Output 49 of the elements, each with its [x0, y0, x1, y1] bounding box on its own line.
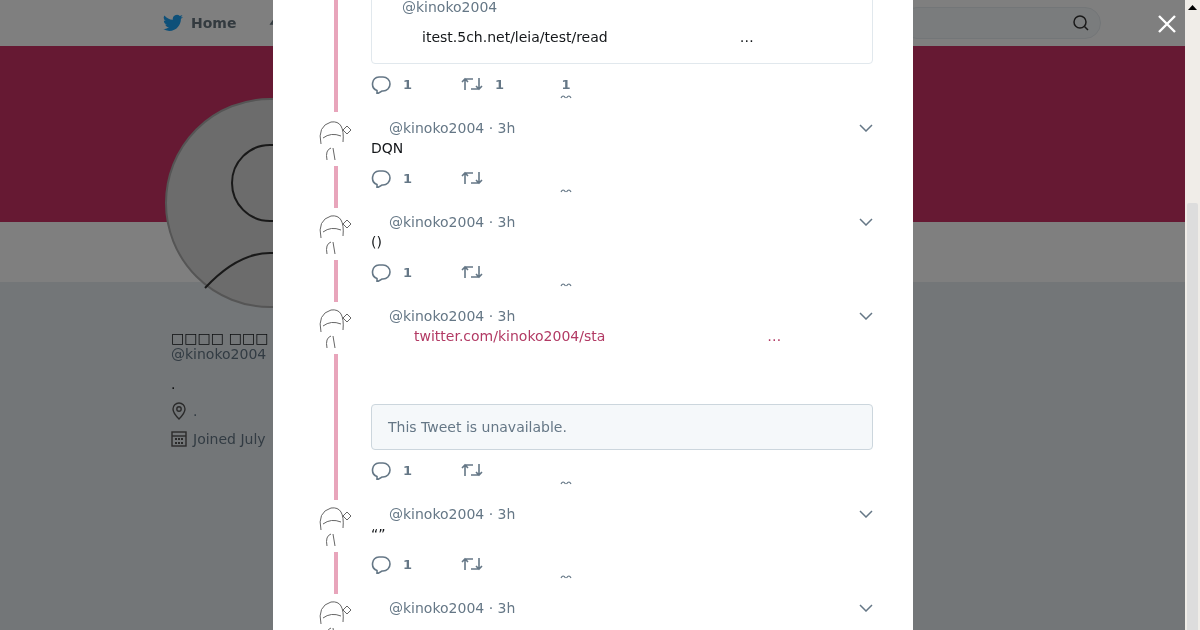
profile-bio: . — [171, 376, 176, 392]
retweet-icon[interactable] — [461, 264, 483, 280]
chevron-down-icon[interactable] — [859, 312, 873, 320]
bird-icon — [163, 14, 183, 32]
close-icon[interactable] — [1157, 14, 1177, 34]
chevron-down-icon[interactable] — [859, 124, 873, 132]
reply-count: 1 — [403, 170, 413, 188]
ellipsis: … — [767, 327, 782, 346]
link-url: itest.5ch.net/leia/test/read — [422, 29, 608, 45]
unavailable-tweet-notice: This Tweet is unavailable. — [371, 404, 873, 450]
link-card[interactable]: @kinoko2004 itest.5ch.net/leia/test/read … — [371, 0, 873, 64]
profile-name: □□□□ □□□ — [171, 330, 269, 346]
tweet-handle: @kinoko2004 — [402, 0, 499, 15]
retweet-icon[interactable] — [461, 170, 483, 186]
chevron-down-icon[interactable] — [859, 218, 873, 226]
reply-count: 1 — [403, 264, 413, 282]
tweet-text: “” — [371, 525, 387, 544]
profile-joined-date: Joined July — [193, 430, 266, 447]
tweet-handle[interactable]: @kinoko2004 · 3h — [389, 308, 516, 324]
scrollbar[interactable] — [1185, 0, 1200, 630]
reply-icon[interactable] — [371, 76, 391, 94]
retweet-icon[interactable] — [461, 462, 483, 478]
profile-handle: @kinoko2004 — [171, 346, 267, 362]
tweet-handle[interactable]: @kinoko2004 · 3h — [389, 120, 516, 136]
search-icon — [1072, 14, 1091, 32]
tweet-handle[interactable]: @kinoko2004 · 3h — [389, 506, 516, 522]
home-tab[interactable]: Home — [163, 14, 237, 32]
tweet-link[interactable]: twitter.com/kinoko2004/sta — [414, 326, 606, 346]
reply-icon[interactable] — [371, 556, 391, 574]
retweet-icon[interactable] — [461, 76, 483, 92]
profile-location: . — [193, 403, 198, 419]
chevron-down-icon[interactable] — [859, 604, 873, 612]
reply-icon[interactable] — [371, 170, 391, 188]
tweet-text: DQN — [371, 139, 405, 158]
like-count: 1 — [561, 76, 571, 94]
reply-count: 1 — [403, 556, 413, 574]
chevron-down-icon[interactable] — [859, 510, 873, 518]
reply-count: 1 — [403, 76, 413, 94]
reply-icon[interactable] — [371, 264, 391, 282]
tweet-handle[interactable]: @kinoko2004 · 3h — [389, 214, 516, 230]
reply-count: 1 — [403, 462, 413, 480]
tweet-handle[interactable]: @kinoko2004 · 3h — [389, 600, 516, 616]
tweet-text: () — [371, 233, 383, 252]
calendar-icon — [171, 430, 187, 447]
retweet-count: 1 — [495, 76, 505, 94]
reply-icon[interactable] — [371, 462, 391, 480]
location-pin-icon — [171, 402, 187, 420]
ellipsis: … — [739, 29, 754, 45]
retweet-icon[interactable] — [461, 556, 483, 572]
